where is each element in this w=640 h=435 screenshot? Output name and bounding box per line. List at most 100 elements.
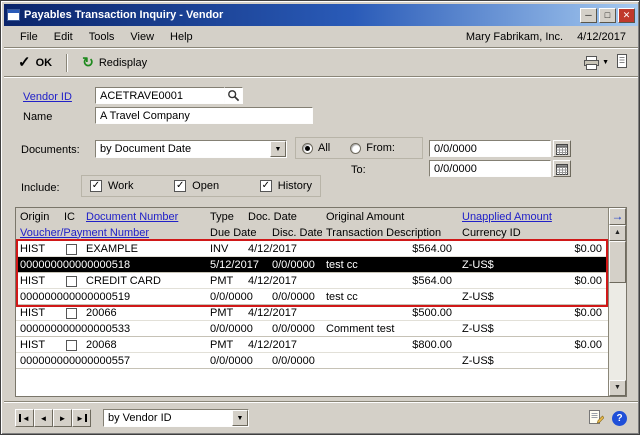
payables-transaction-inquiry-window: Payables Transaction Inquiry - Vendor ─ … bbox=[0, 0, 640, 435]
to-label: To: bbox=[351, 164, 366, 176]
cell-document-number: CREDIT CARD bbox=[86, 275, 161, 287]
ok-button[interactable]: ✓ OK bbox=[12, 54, 58, 72]
grid-row-detail-selected[interactable]: 000000000000000518 5/12/2017 0/0/0000 te… bbox=[16, 257, 608, 273]
cell-type: PMT bbox=[210, 275, 234, 287]
nav-next-button[interactable]: ► bbox=[53, 409, 72, 427]
open-checkbox[interactable]: ✓ bbox=[174, 180, 187, 192]
to-calendar-button[interactable] bbox=[553, 160, 571, 177]
cell-document-number: EXAMPLE bbox=[86, 243, 138, 255]
dropdown-arrow-icon[interactable]: ▼ bbox=[270, 141, 286, 157]
all-radio[interactable] bbox=[302, 142, 313, 154]
cell-currency-id: Z-US$ bbox=[462, 259, 494, 271]
scrollbar-thumb[interactable] bbox=[609, 241, 626, 283]
footer-bar: ◄ ◄ ► ► by Vendor ID ▼ ? bbox=[4, 404, 638, 432]
col-header-document-number[interactable]: Document Number bbox=[82, 209, 206, 224]
grid-row-main[interactable]: HIST EXAMPLE INV 4/12/2017 $564.00 $0.00 bbox=[16, 241, 608, 257]
grid-row-detail[interactable]: 000000000000000533 0/0/0000 0/0/0000 Com… bbox=[16, 321, 608, 337]
maximize-button[interactable]: □ bbox=[599, 7, 616, 23]
cell-document-number: 20066 bbox=[86, 307, 117, 319]
menu-edit[interactable]: Edit bbox=[46, 29, 81, 45]
system-date-label: 4/12/2017 bbox=[577, 30, 626, 43]
grid-header: Origin IC Document Number Type Doc. Date… bbox=[16, 208, 608, 241]
ic-checkbox[interactable] bbox=[65, 275, 77, 287]
minimize-button[interactable]: ─ bbox=[580, 7, 597, 23]
cell-original-amount: $564.00 bbox=[412, 275, 452, 287]
col-header-ic: IC bbox=[64, 210, 75, 223]
cell-description: test cc bbox=[326, 291, 358, 303]
cell-due-date: 0/0/0000 bbox=[210, 291, 253, 303]
nav-last-icon bbox=[84, 414, 87, 422]
cell-type: INV bbox=[210, 243, 229, 255]
work-checkbox-label: Work bbox=[108, 180, 134, 192]
col-header-voucher-payment-number[interactable]: Voucher/Payment Number bbox=[16, 225, 206, 240]
include-checkbox-group: ✓ Work ✓ Open ✓ History bbox=[81, 175, 321, 197]
grid-row-main[interactable]: HIST CREDIT CARD PMT 4/12/2017 $564.00 $… bbox=[16, 273, 608, 289]
grid-row-main[interactable]: HIST 20066 PMT 4/12/2017 $500.00 $0.00 bbox=[16, 305, 608, 321]
cell-type: PMT bbox=[210, 307, 234, 319]
close-button[interactable]: ✕ bbox=[618, 7, 635, 23]
file-button[interactable] bbox=[616, 54, 628, 71]
menu-tools[interactable]: Tools bbox=[81, 29, 123, 45]
vendor-lookup-button[interactable] bbox=[225, 87, 243, 104]
col-header-origin: Origin bbox=[20, 210, 50, 223]
grid-row-detail[interactable]: 000000000000000557 0/0/0000 0/0/0000 Z-U… bbox=[16, 353, 608, 369]
print-button[interactable]: ▼ bbox=[583, 55, 609, 70]
cell-origin: HIST bbox=[20, 243, 46, 255]
magnifier-icon bbox=[228, 90, 240, 102]
col-header-transaction-description: Transaction Description bbox=[326, 226, 442, 239]
nav-first-icon bbox=[19, 414, 22, 422]
menu-file[interactable]: File bbox=[12, 29, 46, 45]
note-button[interactable] bbox=[588, 409, 605, 428]
include-label: Include: bbox=[21, 182, 60, 194]
nav-next-icon: ► bbox=[58, 413, 67, 423]
ic-checkbox[interactable] bbox=[65, 307, 77, 319]
title-bar[interactable]: Payables Transaction Inquiry - Vendor ─ … bbox=[4, 4, 638, 26]
grid-row-main[interactable]: HIST 20068 PMT 4/12/2017 $800.00 $0.00 bbox=[16, 337, 608, 353]
scroll-down-button[interactable]: ▼ bbox=[609, 380, 626, 396]
documents-filter-value: by Document Date bbox=[100, 143, 192, 155]
col-header-type: Type bbox=[210, 210, 234, 223]
help-button[interactable]: ? bbox=[612, 410, 627, 426]
menu-bar: File Edit Tools View Help Mary Fabrikam,… bbox=[4, 26, 638, 47]
from-radio[interactable] bbox=[350, 142, 362, 154]
col-header-disc-date: Disc. Date bbox=[272, 226, 322, 239]
scrollbar-track[interactable] bbox=[609, 241, 626, 380]
toolbar: ✓ OK ↻ Redisplay ▼ bbox=[4, 50, 638, 75]
vendor-id-field[interactable]: ACETRAVE0001 bbox=[95, 87, 225, 104]
col-header-unapplied-amount[interactable]: Unapplied Amount bbox=[458, 209, 608, 224]
menu-view[interactable]: View bbox=[122, 29, 162, 45]
vendor-id-label[interactable]: Vendor ID bbox=[23, 91, 72, 103]
work-checkbox[interactable]: ✓ bbox=[90, 180, 102, 192]
cell-origin: HIST bbox=[20, 307, 46, 319]
redisplay-button[interactable]: ↻ Redisplay bbox=[76, 54, 153, 71]
cell-original-amount: $800.00 bbox=[412, 339, 452, 351]
cell-voucher-number: 000000000000000557 bbox=[20, 355, 131, 367]
sort-by-dropdown[interactable]: by Vendor ID ▼ bbox=[103, 409, 249, 427]
nav-first-button[interactable]: ◄ bbox=[15, 409, 34, 427]
col-header-doc-date: Doc. Date bbox=[248, 210, 297, 223]
ic-checkbox[interactable] bbox=[65, 243, 77, 255]
to-date-field[interactable]: 0/0/0000 bbox=[429, 160, 551, 177]
transactions-grid: Origin IC Document Number Type Doc. Date… bbox=[15, 207, 627, 397]
col-header-due-date: Due Date bbox=[210, 226, 257, 239]
grid-row-detail[interactable]: 000000000000000519 0/0/0000 0/0/0000 tes… bbox=[16, 289, 608, 305]
ic-checkbox[interactable] bbox=[65, 339, 77, 351]
dropdown-arrow-icon[interactable]: ▼ bbox=[232, 410, 248, 426]
expand-row-button[interactable]: → bbox=[609, 208, 626, 225]
cell-currency-id: Z-US$ bbox=[462, 323, 494, 335]
nav-last-button[interactable]: ► bbox=[72, 409, 91, 427]
menu-help[interactable]: Help bbox=[162, 29, 201, 45]
divider bbox=[66, 53, 69, 72]
nav-previous-button[interactable]: ◄ bbox=[34, 409, 53, 427]
printer-icon bbox=[584, 55, 600, 70]
print-dropdown-icon[interactable]: ▼ bbox=[602, 59, 609, 67]
from-calendar-button[interactable] bbox=[553, 140, 571, 157]
documents-filter-dropdown[interactable]: by Document Date ▼ bbox=[95, 140, 287, 158]
calendar-icon bbox=[556, 143, 568, 155]
cell-unapplied-amount: $0.00 bbox=[574, 339, 602, 351]
scroll-up-button[interactable]: ▲ bbox=[609, 225, 626, 241]
vendor-name-field[interactable]: A Travel Company bbox=[95, 107, 313, 124]
history-checkbox[interactable]: ✓ bbox=[259, 180, 272, 192]
cell-origin: HIST bbox=[20, 275, 46, 287]
from-date-field[interactable]: 0/0/0000 bbox=[429, 140, 551, 157]
